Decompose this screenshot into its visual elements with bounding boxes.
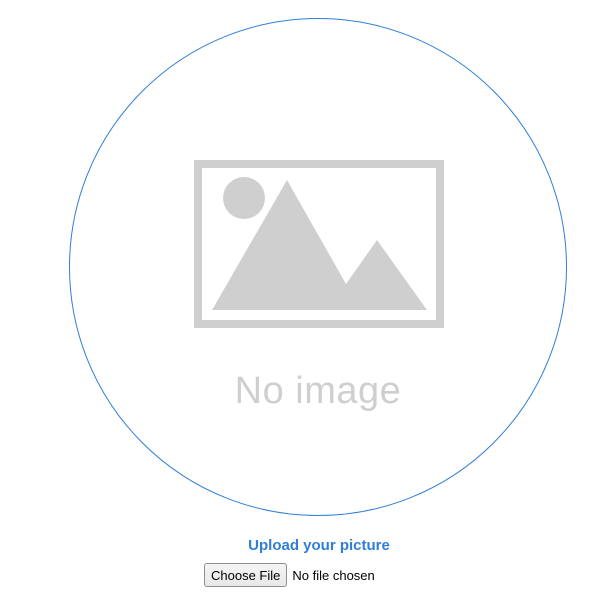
choose-file-button[interactable]: Choose File [204, 563, 288, 587]
file-status-text: No file chosen [292, 567, 375, 583]
profile-picture-upload: No image Upload your picture Choose File… [0, 0, 603, 610]
upload-picture-label: Upload your picture [248, 537, 390, 554]
file-input[interactable]: Choose File No file chosen [204, 563, 375, 587]
no-image-text: No image [234, 370, 402, 412]
image-placeholder-icon [194, 160, 444, 328]
